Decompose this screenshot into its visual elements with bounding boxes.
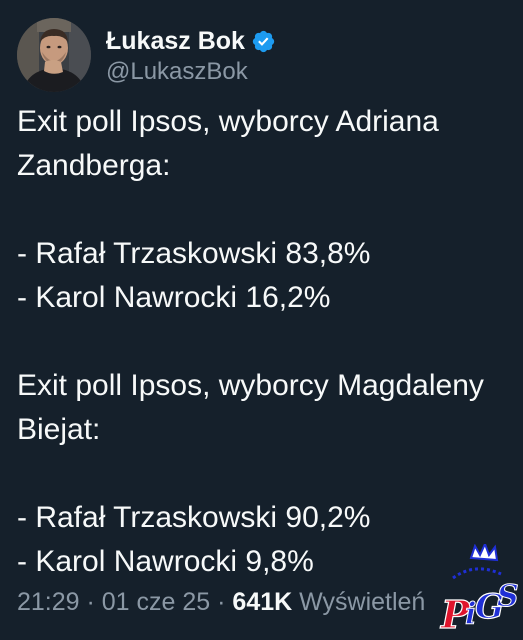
meta-separator: · bbox=[79, 588, 102, 616]
avatar-photo-icon bbox=[17, 18, 91, 92]
views-count[interactable]: 641K bbox=[232, 588, 292, 616]
svg-text:S: S bbox=[497, 579, 519, 614]
tweet-meta: 21:29 · 01 cze 25 · 641K Wyświetleń bbox=[17, 584, 425, 620]
display-name[interactable]: Łukasz Bok bbox=[106, 27, 245, 56]
tweet-header: Łukasz Bok @LukaszBok bbox=[17, 18, 276, 92]
tweet-text: Exit poll Ipsos, wyborcy Adriana Zandber… bbox=[17, 105, 484, 578]
author-handle[interactable]: @LukaszBok bbox=[106, 58, 276, 86]
views-label: Wyświetleń bbox=[299, 588, 426, 616]
tweet-date[interactable]: 01 cze 25 bbox=[102, 588, 210, 616]
verified-badge-icon bbox=[251, 29, 276, 54]
pigs-watermark-logo: P i G S bbox=[435, 541, 519, 638]
tweet-time[interactable]: 21:29 bbox=[17, 588, 80, 616]
avatar[interactable] bbox=[17, 18, 91, 92]
display-name-row: Łukasz Bok bbox=[106, 24, 276, 58]
author-names: Łukasz Bok @LukaszBok bbox=[106, 24, 276, 86]
meta-separator: · bbox=[210, 588, 233, 616]
tweet-card: Łukasz Bok @LukaszBok Exit poll Ipsos, w… bbox=[0, 0, 523, 640]
